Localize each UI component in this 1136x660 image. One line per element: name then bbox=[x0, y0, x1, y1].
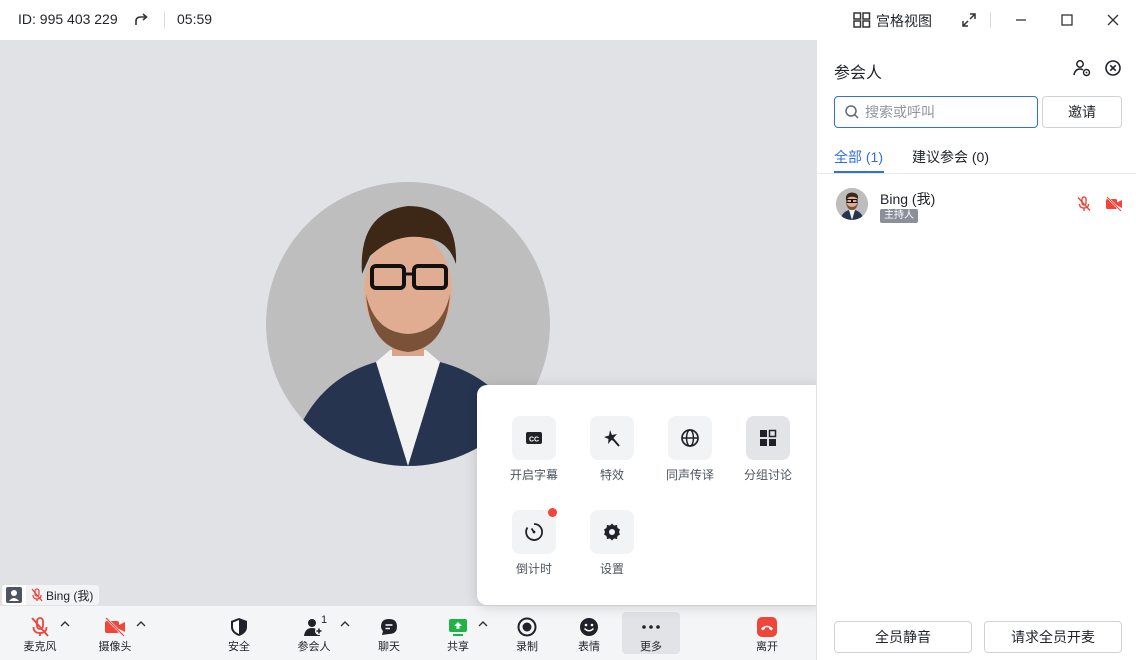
avatar bbox=[836, 188, 868, 220]
hang-up-icon bbox=[756, 616, 778, 638]
mic-options-caret-icon[interactable] bbox=[60, 620, 70, 628]
grid-view-label[interactable]: 宫格视图 bbox=[876, 11, 932, 31]
mic-label: 麦克风 bbox=[23, 641, 57, 653]
record-button[interactable]: 录制 bbox=[499, 606, 555, 660]
bottom-toolbar: 麦克风 摄像头 安全 1 参会人 聊天 共享 录制 表情 更多 离开 bbox=[0, 606, 816, 660]
share-button[interactable]: 共享 bbox=[430, 606, 486, 660]
user-icon bbox=[2, 585, 26, 605]
grid-view-icon[interactable] bbox=[852, 10, 872, 30]
effects-item[interactable]: 特效 bbox=[574, 416, 650, 496]
chat-icon bbox=[378, 616, 400, 638]
more-button[interactable]: 更多 bbox=[622, 612, 680, 654]
maximize-icon[interactable] bbox=[1057, 10, 1077, 30]
more-label: 更多 bbox=[640, 641, 662, 653]
participants-panel: 参会人 邀请 全部 (1) 建议参会 (0) Bing (我) 主持人 全员静音… bbox=[816, 40, 1136, 660]
meeting-timer: 05:59 bbox=[177, 11, 213, 27]
participant-search[interactable] bbox=[834, 96, 1038, 128]
breakout-icon bbox=[758, 428, 778, 448]
tab-suggested[interactable]: 建议参会 (0) bbox=[912, 147, 989, 167]
more-dots-icon bbox=[640, 616, 662, 638]
timer-icon bbox=[524, 522, 544, 542]
minimize-icon[interactable] bbox=[1011, 10, 1031, 30]
participant-name: Bing (我) bbox=[880, 191, 936, 207]
chat-label: 聊天 bbox=[378, 641, 400, 653]
chat-button[interactable]: 聊天 bbox=[361, 606, 417, 660]
panel-divider bbox=[817, 173, 1136, 174]
share-screen-icon bbox=[447, 616, 469, 638]
security-button[interactable]: 安全 bbox=[211, 606, 267, 660]
countdown-item[interactable]: 倒计时 bbox=[496, 508, 572, 590]
settings-item[interactable]: 设置 bbox=[574, 510, 650, 590]
host-badge: 主持人 bbox=[880, 209, 918, 223]
globe-icon bbox=[680, 428, 700, 448]
mic-button[interactable]: 麦克风 bbox=[12, 606, 68, 660]
video-name-label: Bing (我) bbox=[46, 588, 94, 603]
camera-button[interactable]: 摄像头 bbox=[87, 606, 143, 660]
mic-muted-icon bbox=[29, 616, 51, 638]
security-label: 安全 bbox=[228, 641, 250, 653]
request-unmute-all-button[interactable]: 请求全员开麦 bbox=[984, 621, 1122, 653]
cc-icon: CC bbox=[524, 428, 544, 448]
participants-button[interactable]: 1 参会人 bbox=[286, 606, 342, 660]
mic-muted-icon bbox=[30, 588, 44, 602]
share-options-caret-icon[interactable] bbox=[478, 620, 488, 628]
camera-off-icon bbox=[104, 616, 126, 638]
settings-label: 设置 bbox=[599, 562, 624, 576]
captions-item[interactable]: CC 开启字幕 bbox=[496, 416, 572, 496]
camera-options-caret-icon[interactable] bbox=[136, 620, 146, 628]
reactions-label: 表情 bbox=[578, 641, 600, 653]
record-label: 录制 bbox=[516, 641, 538, 653]
video-name-tag: Bing (我) bbox=[2, 585, 100, 605]
breakout-item[interactable]: 分组讨论 bbox=[730, 416, 806, 496]
invite-button[interactable]: 邀请 bbox=[1042, 96, 1122, 128]
manage-participants-icon[interactable] bbox=[1072, 58, 1092, 78]
title-bar: ID: 995 403 229 05:59 宫格视图 bbox=[0, 0, 1136, 40]
participants-count: 1 bbox=[321, 614, 328, 626]
effects-label: 特效 bbox=[599, 468, 624, 482]
meeting-id[interactable]: ID: 995 403 229 bbox=[18, 11, 118, 27]
mic-muted-icon[interactable] bbox=[1076, 196, 1092, 212]
mute-all-button[interactable]: 全员静音 bbox=[834, 621, 972, 653]
share-link-icon[interactable] bbox=[132, 10, 152, 30]
search-input[interactable] bbox=[865, 97, 1033, 127]
interpretation-item[interactable]: 同声传译 bbox=[652, 416, 728, 496]
title-divider-2 bbox=[990, 12, 991, 28]
leave-button[interactable]: 离开 bbox=[739, 606, 795, 660]
captions-label: 开启字幕 bbox=[509, 468, 558, 482]
countdown-label: 倒计时 bbox=[515, 562, 552, 576]
interpretation-label: 同声传译 bbox=[665, 468, 714, 482]
smiley-icon bbox=[578, 616, 600, 638]
fullscreen-icon[interactable] bbox=[959, 10, 979, 30]
close-panel-icon[interactable] bbox=[1103, 58, 1123, 78]
participants-options-caret-icon[interactable] bbox=[340, 620, 350, 628]
camera-off-icon[interactable] bbox=[1105, 196, 1123, 212]
shield-icon bbox=[228, 616, 250, 638]
notification-dot bbox=[548, 508, 557, 517]
leave-label: 离开 bbox=[756, 641, 778, 653]
gear-icon bbox=[602, 522, 622, 542]
camera-label: 摄像头 bbox=[98, 641, 132, 653]
participant-row[interactable]: Bing (我) 主持人 bbox=[817, 180, 1136, 230]
tab-all[interactable]: 全部 (1) bbox=[834, 147, 883, 167]
share-label: 共享 bbox=[447, 641, 469, 653]
effects-icon bbox=[602, 428, 622, 448]
breakout-label: 分组讨论 bbox=[743, 468, 792, 482]
reactions-button[interactable]: 表情 bbox=[561, 606, 617, 660]
close-window-icon[interactable] bbox=[1103, 10, 1123, 30]
record-icon bbox=[516, 616, 538, 638]
svg-text:CC: CC bbox=[529, 437, 539, 444]
title-divider bbox=[164, 12, 165, 28]
search-icon bbox=[844, 104, 860, 120]
participants-label: 参会人 bbox=[297, 641, 331, 653]
panel-title: 参会人 bbox=[834, 65, 883, 82]
more-menu-popup: CC 开启字幕 特效 同声传译 分组讨论 倒计时 设置 bbox=[477, 385, 825, 605]
